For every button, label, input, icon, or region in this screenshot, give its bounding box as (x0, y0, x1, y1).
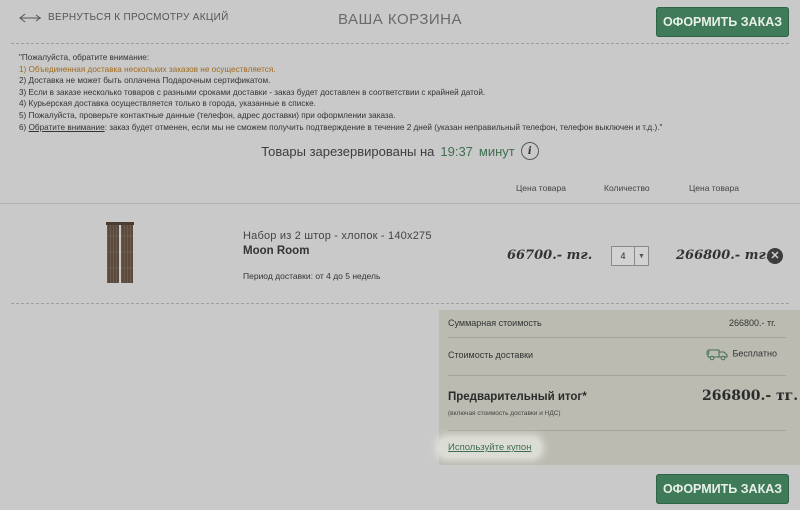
column-header-price: Цена товара (516, 183, 566, 193)
column-header-total: Цена товара (689, 183, 739, 193)
quantity-value: 4 (612, 247, 635, 265)
total-value: 266800.- тг. (702, 388, 799, 404)
subtotal-label: Суммарная стоимость (448, 318, 542, 328)
reservation-text: Товары зарезервированы на (261, 143, 435, 159)
summary-divider (448, 337, 786, 338)
reservation-unit: минут (478, 143, 515, 159)
delivery-notice: "Пожалуйста, обратите внимание: 1) Объед… (19, 52, 662, 133)
line-total-price: 266800.- тг. (676, 248, 771, 263)
back-link-label: ВЕРНУТЬСЯ К ПРОСМОТРУ АКЦИЙ (48, 12, 229, 23)
quantity-select[interactable]: 4 ▼ (611, 246, 649, 266)
summary-divider (448, 375, 786, 376)
divider (11, 303, 789, 304)
delivery-cost: Бесплатно (706, 347, 777, 361)
checkout-button-bottom[interactable]: ОФОРМИТЬ ЗАКАЗ (656, 474, 789, 504)
checkout-button-top[interactable]: ОФОРМИТЬ ЗАКАЗ (656, 7, 789, 37)
back-to-promotions-link[interactable]: ВЕРНУТЬСЯ К ПРОСМОТРУ АКЦИЙ (18, 12, 229, 23)
unit-price: 66700.- тг. (507, 248, 593, 263)
summary-divider (448, 430, 786, 431)
arrow-left-icon (19, 13, 41, 22)
notice-item-6-text: : заказ будет отменен, если мы не сможем… (104, 122, 663, 132)
use-coupon-link[interactable]: Используйте купон (440, 439, 540, 456)
reservation-timer: Товары зарезервированы на 19:37 минут i (0, 142, 800, 160)
info-icon[interactable]: i (520, 142, 539, 160)
delivery-cost-label: Стоимость доставки (448, 350, 534, 360)
notice-item-6: 6) Обратите внимание: заказ будет отмене… (19, 122, 662, 134)
subtotal-value: 266800.- тг. (729, 318, 776, 328)
notice-intro: "Пожалуйста, обратите внимание: (19, 53, 150, 62)
delivery-truck-icon (706, 349, 728, 361)
notice-item-4: 4) Курьерская доставка осуществляется то… (19, 99, 316, 109)
reservation-time: 19:37 (440, 143, 473, 159)
chevron-down-icon: ▼ (638, 252, 645, 260)
total-label: Предварительный итог* (448, 391, 587, 403)
notice-item-6-prefix: 6) (19, 122, 29, 132)
notice-item-2: 2) Доставка не может быть оплачена Подар… (19, 76, 271, 86)
product-name[interactable]: Набор из 2 штор - хлопок - 140x275 (243, 230, 432, 242)
total-note: (включая стоимость доставки и НДС) (448, 410, 561, 417)
remove-item-icon[interactable]: ✕ (767, 248, 783, 264)
product-thumbnail[interactable] (106, 222, 134, 284)
delivery-cost-value: Бесплатно (732, 348, 777, 359)
table-divider (0, 203, 800, 204)
column-header-quantity: Количество (604, 183, 650, 193)
delivery-period: Период доставки: от 4 до 5 недель (243, 271, 381, 281)
divider (11, 43, 789, 44)
notice-item-3: 3) Если в заказе несколько товаров с раз… (19, 87, 486, 97)
notice-item-1: 1) Объединенная доставка нескольких зака… (19, 64, 276, 74)
notice-item-5: 5) Пожалуйста, проверьте контактные данн… (19, 110, 396, 120)
notice-attention-link[interactable]: Обратите внимание (29, 123, 105, 132)
product-brand: Moon Room (243, 245, 310, 257)
